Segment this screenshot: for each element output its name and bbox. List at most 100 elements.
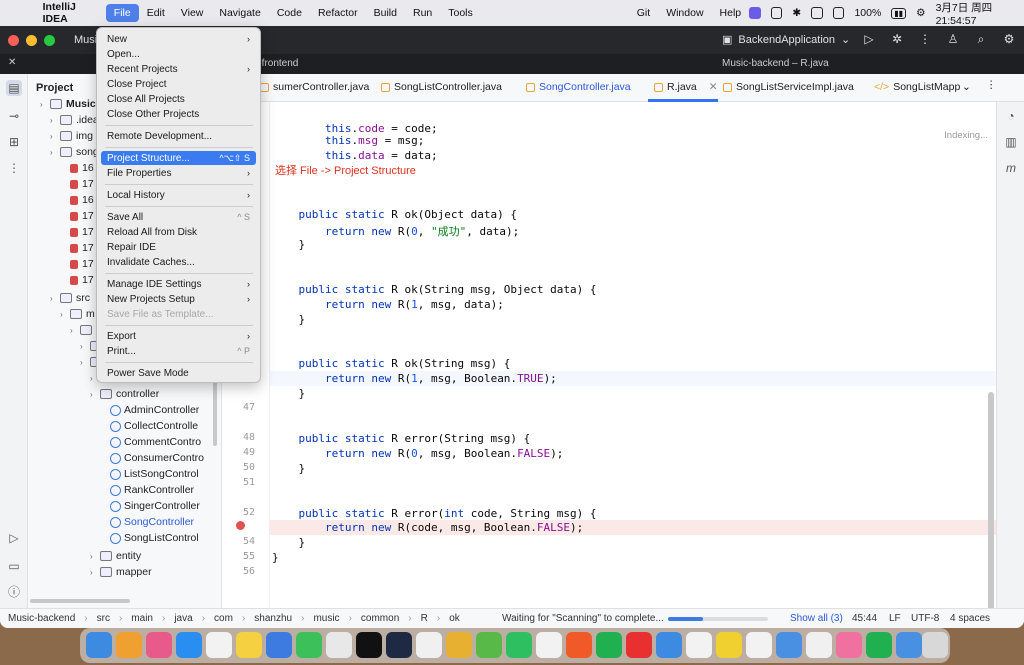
tree-row[interactable]: › entity [90, 548, 141, 564]
menu-item-export[interactable]: Export › [101, 329, 256, 343]
window-tab-frontend[interactable]: r-frontend [255, 58, 298, 69]
menubar-view[interactable]: View [173, 4, 212, 22]
problems-tool-icon[interactable]: ⓘ [6, 584, 22, 600]
tree-row[interactable]: CollectControlle [100, 418, 198, 434]
screen-share-icon[interactable] [749, 7, 761, 19]
commit-tool-icon[interactable]: ⊸ [6, 108, 22, 124]
terminal-tool-icon[interactable]: ▭ [6, 558, 22, 574]
menubar-navigate[interactable]: Navigate [211, 4, 268, 22]
menu-item-file-properties[interactable]: File Properties › [101, 166, 256, 180]
chevron-right-icon[interactable]: › [80, 342, 90, 351]
show-all-link[interactable]: Show all (3) [790, 613, 843, 624]
control-center-icon[interactable]: ⚙ [916, 7, 925, 19]
downloads-folder-icon[interactable] [896, 632, 922, 658]
search-icon[interactable]: ⌕ [974, 32, 988, 46]
chevron-right-icon[interactable]: › [90, 552, 100, 561]
app-status-icon[interactable] [832, 7, 845, 19]
menubar-help[interactable]: Help [712, 4, 750, 22]
tree-row[interactable]: ListSongControl [100, 466, 199, 482]
feishu-icon[interactable] [266, 632, 292, 658]
breadcrumb-item[interactable]: src [97, 613, 110, 624]
menu-item-recent-projects[interactable]: Recent Projects › [101, 62, 256, 76]
breadcrumb-item[interactable]: Music-backend [8, 613, 75, 624]
chrome-icon[interactable] [326, 632, 352, 658]
tree-row[interactable]: › mapper [90, 564, 152, 580]
menu-item-close-other-projects[interactable]: Close Other Projects [101, 107, 256, 121]
menu-item-local-history[interactable]: Local History › [101, 188, 256, 202]
webstorm-icon[interactable] [386, 632, 412, 658]
tree-row[interactable]: 17 [60, 240, 94, 256]
structure-tool-icon[interactable]: ⊞ [6, 134, 22, 150]
tree-row[interactable]: › img [50, 128, 93, 144]
run-configuration-selector[interactable]: ▣ BackendApplication ⌄ [722, 33, 850, 47]
file-encoding[interactable]: UTF-8 [911, 613, 939, 624]
menubar-file[interactable]: File [105, 4, 139, 22]
tree-row[interactable]: 16 [60, 160, 94, 176]
indent-setting[interactable]: 4 spaces [950, 613, 990, 624]
breadcrumb-item[interactable]: music [313, 613, 339, 624]
screen-tool-icon[interactable] [776, 632, 802, 658]
tree-row[interactable]: › [70, 322, 96, 338]
breadcrumb-item[interactable]: java [174, 613, 192, 624]
finder-icon[interactable] [86, 632, 112, 658]
menubar-git[interactable]: Git [629, 4, 658, 22]
photos-icon[interactable] [146, 632, 172, 658]
sheets-icon[interactable] [476, 632, 502, 658]
tree-row[interactable]: › controller [90, 386, 159, 402]
menubar-window[interactable]: Window [658, 4, 711, 22]
menu-item-repair-ide[interactable]: Repair IDE [101, 240, 256, 254]
photo-tool-icon[interactable] [686, 632, 712, 658]
tree-row[interactable]: 16 [60, 192, 94, 208]
tree-row[interactable]: › m [60, 306, 95, 322]
notes-icon[interactable] [236, 632, 262, 658]
breadcrumb-item[interactable]: com [214, 613, 233, 624]
editor-tab-songlistserviceimpl[interactable]: SongListServiceImpl.java [723, 81, 854, 93]
more-tools-icon[interactable]: ⋮ [6, 160, 22, 176]
editor-vertical-scrollbar[interactable] [988, 392, 994, 622]
folder-app-icon[interactable] [446, 632, 472, 658]
chevron-right-icon[interactable]: › [60, 310, 70, 319]
browser-icon[interactable] [416, 632, 442, 658]
close-tab-icon[interactable]: ✕ [709, 81, 718, 93]
tree-row[interactable]: CommentContro [100, 434, 201, 450]
tree-row[interactable]: AdminController [100, 402, 199, 418]
project-tool-icon[interactable]: ▤ [6, 80, 22, 96]
breakpoint-icon[interactable] [236, 521, 245, 530]
menu-item-remote-development[interactable]: Remote Development... [101, 129, 256, 143]
project-horizontal-scrollbar[interactable] [30, 599, 130, 603]
netease-music-icon[interactable] [626, 632, 652, 658]
tree-row[interactable]: SongListControl [100, 530, 199, 546]
breadcrumb-item[interactable]: main [131, 613, 153, 624]
editor-tab-r[interactable]: R.java ✕ [654, 81, 718, 93]
menu-item-save-all[interactable]: Save All ^ S [101, 210, 256, 224]
breadcrumb-item[interactable]: shanzhu [254, 613, 292, 624]
menu-item-invalidate-caches[interactable]: Invalidate Caches... [101, 255, 256, 269]
tree-row[interactable]: SingerController [100, 498, 200, 514]
chevron-right-icon[interactable]: › [90, 390, 100, 399]
add-user-icon[interactable]: ♙ [946, 32, 960, 46]
menubar-code[interactable]: Code [269, 4, 310, 22]
breadcrumb-item[interactable]: common [361, 613, 399, 624]
baidu-netdisk-icon[interactable] [656, 632, 682, 658]
tree-row[interactable]: 17 [60, 272, 94, 288]
qq-icon[interactable] [536, 632, 562, 658]
tree-row[interactable]: SongController [100, 514, 194, 530]
tree-row[interactable]: › song [50, 144, 99, 160]
more-icon[interactable]: ⋮ [918, 32, 932, 46]
menu-item-close-all-projects[interactable]: Close All Projects [101, 92, 256, 106]
menu-item-close-project[interactable]: Close Project [101, 77, 256, 91]
chevron-right-icon[interactable]: › [50, 132, 60, 141]
launchpad-icon[interactable] [116, 632, 142, 658]
wechat-icon[interactable] [506, 632, 532, 658]
menu-item-project-structure[interactable]: Project Structure... ^⌥⇧ S [101, 151, 256, 165]
caret-position[interactable]: 45:44 [852, 613, 877, 624]
messages-icon[interactable] [811, 7, 823, 19]
breadcrumb-item[interactable]: R [421, 613, 428, 624]
battery-icon[interactable]: ▮▮ [891, 7, 907, 19]
menu-item-new[interactable]: New › [101, 32, 256, 46]
run-icon[interactable]: ▷ [862, 32, 876, 46]
activity-icon[interactable] [206, 632, 232, 658]
menubar-edit[interactable]: Edit [139, 4, 173, 22]
tree-row[interactable]: 17 [60, 208, 94, 224]
tree-row[interactable]: RankController [100, 482, 194, 498]
